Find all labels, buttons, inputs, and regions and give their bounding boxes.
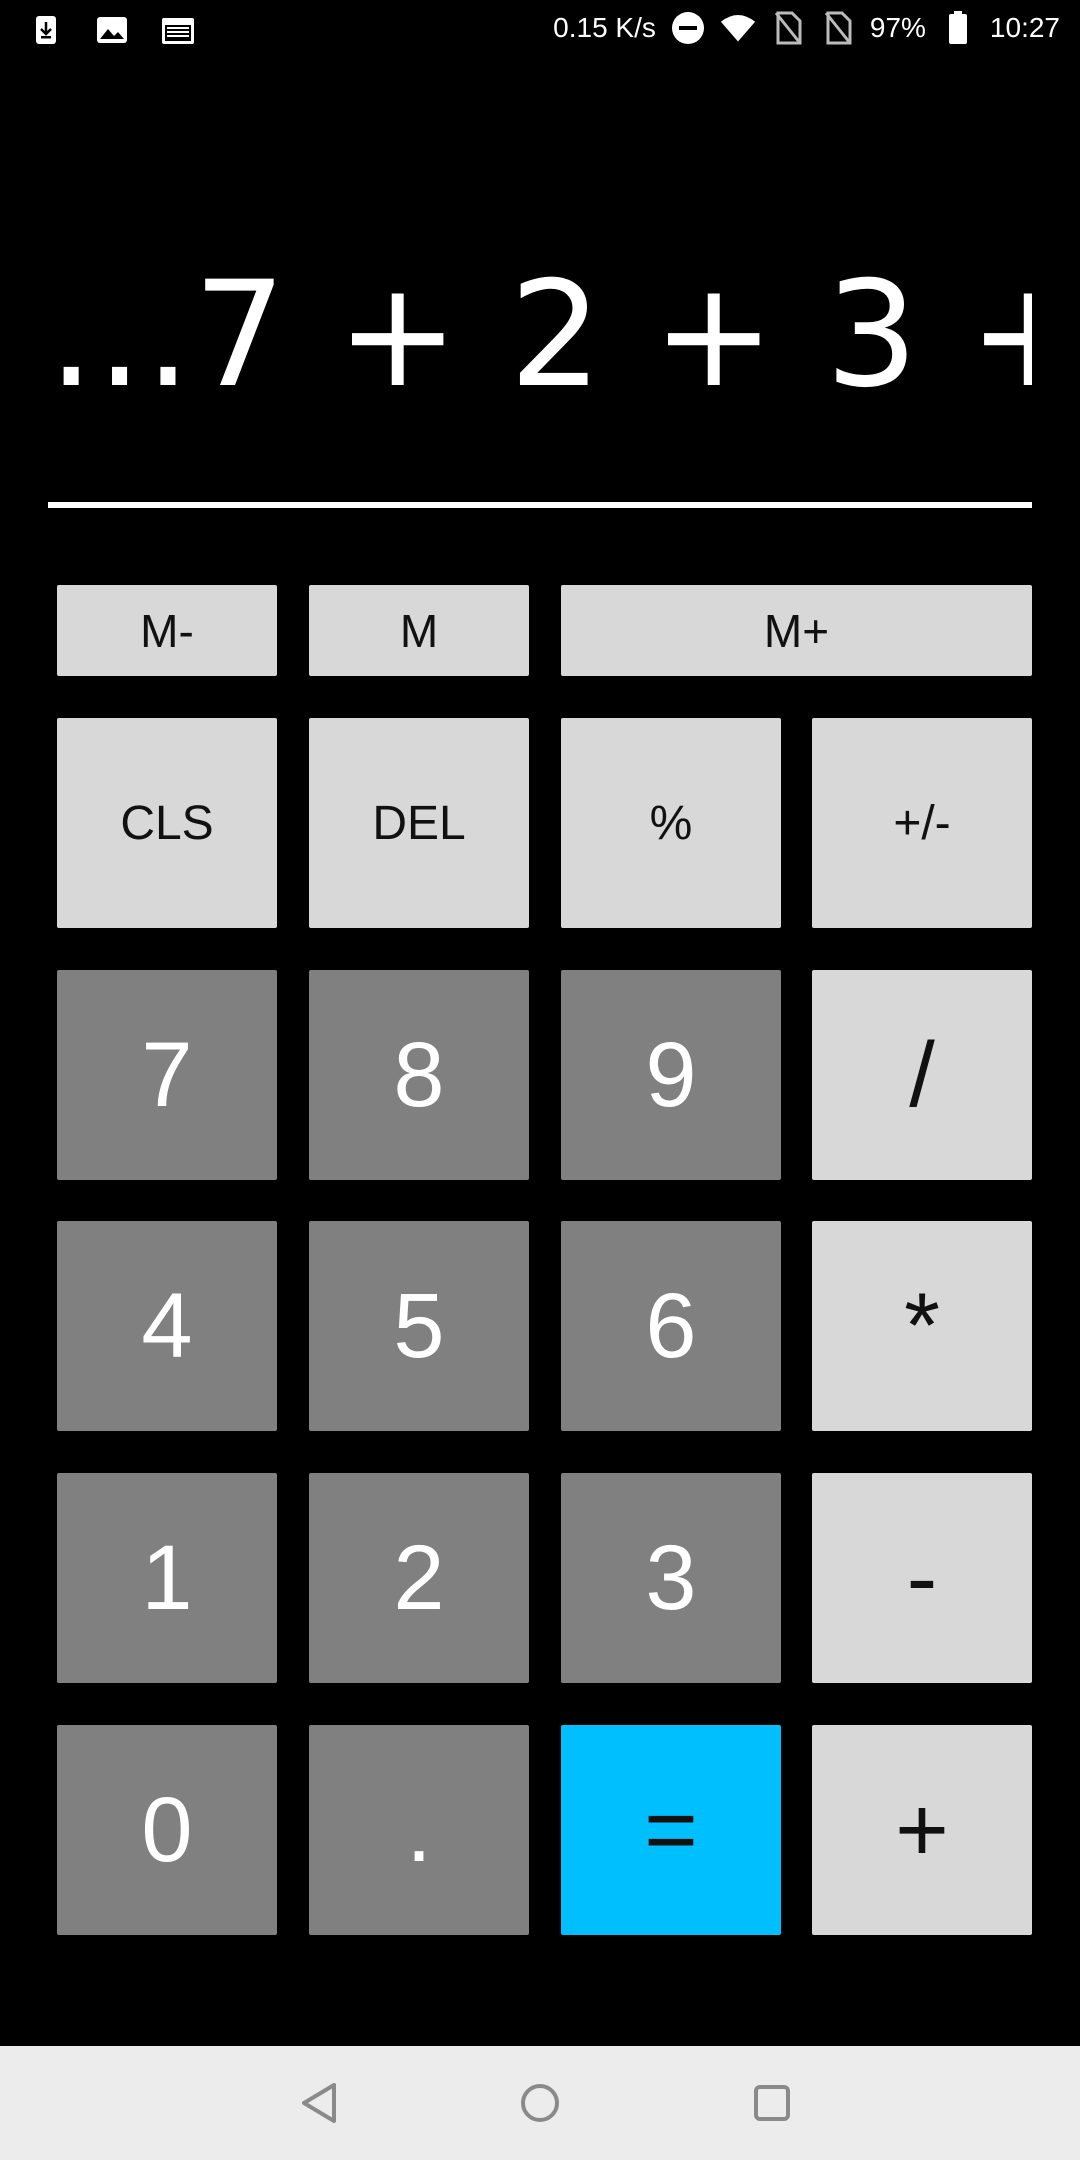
battery-percent: 97% [869, 12, 926, 43]
download-icon [28, 12, 64, 48]
subtract-button[interactable]: - [812, 1473, 1032, 1683]
digit-4-button[interactable]: 4 [57, 1221, 277, 1431]
digit-7-button[interactable]: 7 [57, 970, 277, 1180]
digit-9-button[interactable]: 9 [561, 970, 781, 1180]
sign-toggle-label: +/- [893, 796, 951, 850]
recents-button[interactable] [743, 2074, 801, 2132]
status-bar-notifications [28, 12, 196, 48]
memory-recall-label: M [399, 604, 439, 657]
clock: 10:27 [989, 12, 1060, 43]
recents-icon [754, 2085, 790, 2121]
back-icon [302, 2083, 336, 2123]
status-bar: 0.15 K/s 97% 10:27 [0, 0, 1080, 58]
delete-label: DEL [372, 796, 466, 850]
multiply-button[interactable]: * [812, 1221, 1032, 1431]
percent-button[interactable]: % [561, 718, 781, 928]
delete-button[interactable]: DEL [309, 718, 529, 928]
digit-7-label: 7 [141, 1023, 193, 1126]
decimal-point-button[interactable]: . [309, 1725, 529, 1935]
digit-8-button[interactable]: 8 [309, 970, 529, 1180]
wifi-icon [720, 10, 756, 46]
digit-1-button[interactable]: 1 [57, 1473, 277, 1683]
clear-label: CLS [120, 796, 214, 850]
digit-4-label: 4 [141, 1274, 193, 1377]
digit-2-button[interactable]: 2 [309, 1473, 529, 1683]
expression-display: ...7 + 2 + 3 + 1 [48, 250, 1032, 420]
digit-1-label: 1 [141, 1526, 193, 1629]
memory-minus-label: M- [140, 604, 194, 657]
digit-6-button[interactable]: 6 [561, 1221, 781, 1431]
divide-button[interactable]: / [812, 970, 1032, 1180]
memory-plus-label: M+ [763, 604, 830, 657]
digit-5-label: 5 [393, 1274, 445, 1377]
equals-button[interactable]: = [561, 1725, 781, 1935]
digit-6-label: 6 [645, 1274, 697, 1377]
memory-recall-button[interactable]: M [309, 585, 529, 676]
digit-3-label: 3 [645, 1526, 697, 1629]
add-label: + [895, 1778, 949, 1881]
do-not-disturb-icon [670, 10, 706, 46]
display-divider [48, 502, 1032, 508]
digit-9-label: 9 [645, 1023, 697, 1126]
subtract-label: - [906, 1526, 938, 1629]
memory-plus-button[interactable]: M+ [561, 585, 1032, 676]
divide-label: / [909, 1023, 935, 1126]
back-button[interactable] [291, 2074, 349, 2132]
image-icon [94, 12, 130, 48]
digit-3-button[interactable]: 3 [561, 1473, 781, 1683]
network-speed: 0.15 K/s [553, 12, 656, 43]
sign-toggle-button[interactable]: +/- [812, 718, 1032, 928]
digit-5-button[interactable]: 5 [309, 1221, 529, 1431]
percent-label: % [649, 796, 693, 850]
multiply-label: * [904, 1274, 940, 1377]
equals-label: = [644, 1778, 698, 1881]
no-sim-icon [770, 10, 806, 46]
home-icon [521, 2084, 559, 2122]
calendar-icon [160, 12, 196, 48]
add-button[interactable]: + [812, 1725, 1032, 1935]
memory-minus-button[interactable]: M- [57, 585, 277, 676]
battery-icon [940, 10, 976, 46]
digit-8-label: 8 [393, 1023, 445, 1126]
no-sim-icon [820, 10, 856, 46]
status-bar-system: 0.15 K/s 97% 10:27 [553, 8, 1060, 48]
digit-0-button[interactable]: 0 [57, 1725, 277, 1935]
digit-0-label: 0 [141, 1778, 193, 1881]
home-button[interactable] [511, 2074, 569, 2132]
navigation-bar [0, 2046, 1080, 2160]
decimal-point-label: . [406, 1778, 432, 1881]
digit-2-label: 2 [393, 1526, 445, 1629]
clear-button[interactable]: CLS [57, 718, 277, 928]
